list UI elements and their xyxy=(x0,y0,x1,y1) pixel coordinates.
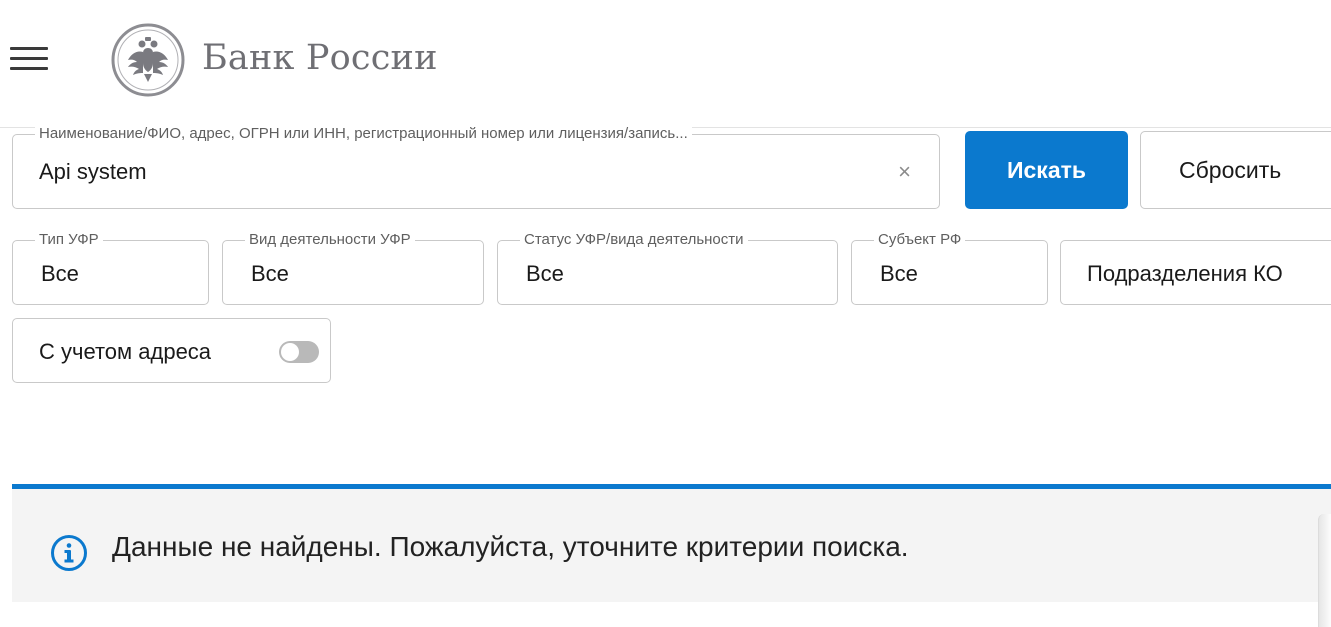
filter-legend: Статус УФР/вида деятельности xyxy=(520,231,748,249)
reset-button[interactable]: Сбросить xyxy=(1140,131,1331,209)
filter-legend: Вид деятельности УФР xyxy=(245,231,415,249)
filter-ufr-type[interactable]: Тип УФР Все xyxy=(12,231,209,305)
bank-emblem-icon[interactable] xyxy=(110,22,186,98)
filter-legend: Тип УФР xyxy=(35,231,103,249)
brand-name[interactable]: Банк России xyxy=(202,38,438,78)
search-query-value[interactable]: Api system xyxy=(39,159,147,185)
address-toggle-label: С учетом адреса xyxy=(39,339,212,364)
filter-value: Все xyxy=(251,261,289,286)
search-button[interactable]: Искать xyxy=(965,131,1128,209)
hamburger-menu-icon[interactable] xyxy=(10,44,50,74)
filter-ko-divisions[interactable]: Подразделения КО xyxy=(1060,240,1331,305)
filter-ufr-status[interactable]: Статус УФР/вида деятельности Все xyxy=(497,231,838,305)
filter-ufr-activity[interactable]: Вид деятельности УФР Все xyxy=(222,231,484,305)
search-query-field[interactable]: Наименование/ФИО, адрес, ОГРН или ИНН, р… xyxy=(12,125,940,209)
filter-value: Все xyxy=(526,261,564,286)
search-query-legend: Наименование/ФИО, адрес, ОГРН или ИНН, р… xyxy=(35,125,692,143)
address-toggle-switch[interactable] xyxy=(279,341,319,363)
filter-value: Все xyxy=(41,261,79,286)
filter-value: Подразделения КО xyxy=(1087,261,1283,286)
info-icon xyxy=(50,534,88,572)
filter-legend: Субъект РФ xyxy=(874,231,966,249)
clear-icon[interactable]: × xyxy=(898,161,911,183)
address-toggle-box[interactable]: С учетом адреса xyxy=(12,318,331,383)
filter-rf-subject[interactable]: Субъект РФ Все xyxy=(851,231,1048,305)
filter-value: Все xyxy=(880,261,918,286)
side-panel-edge xyxy=(1318,514,1331,627)
no-results-message: Данные не найдены. Пожалуйста, уточните … xyxy=(112,531,909,562)
